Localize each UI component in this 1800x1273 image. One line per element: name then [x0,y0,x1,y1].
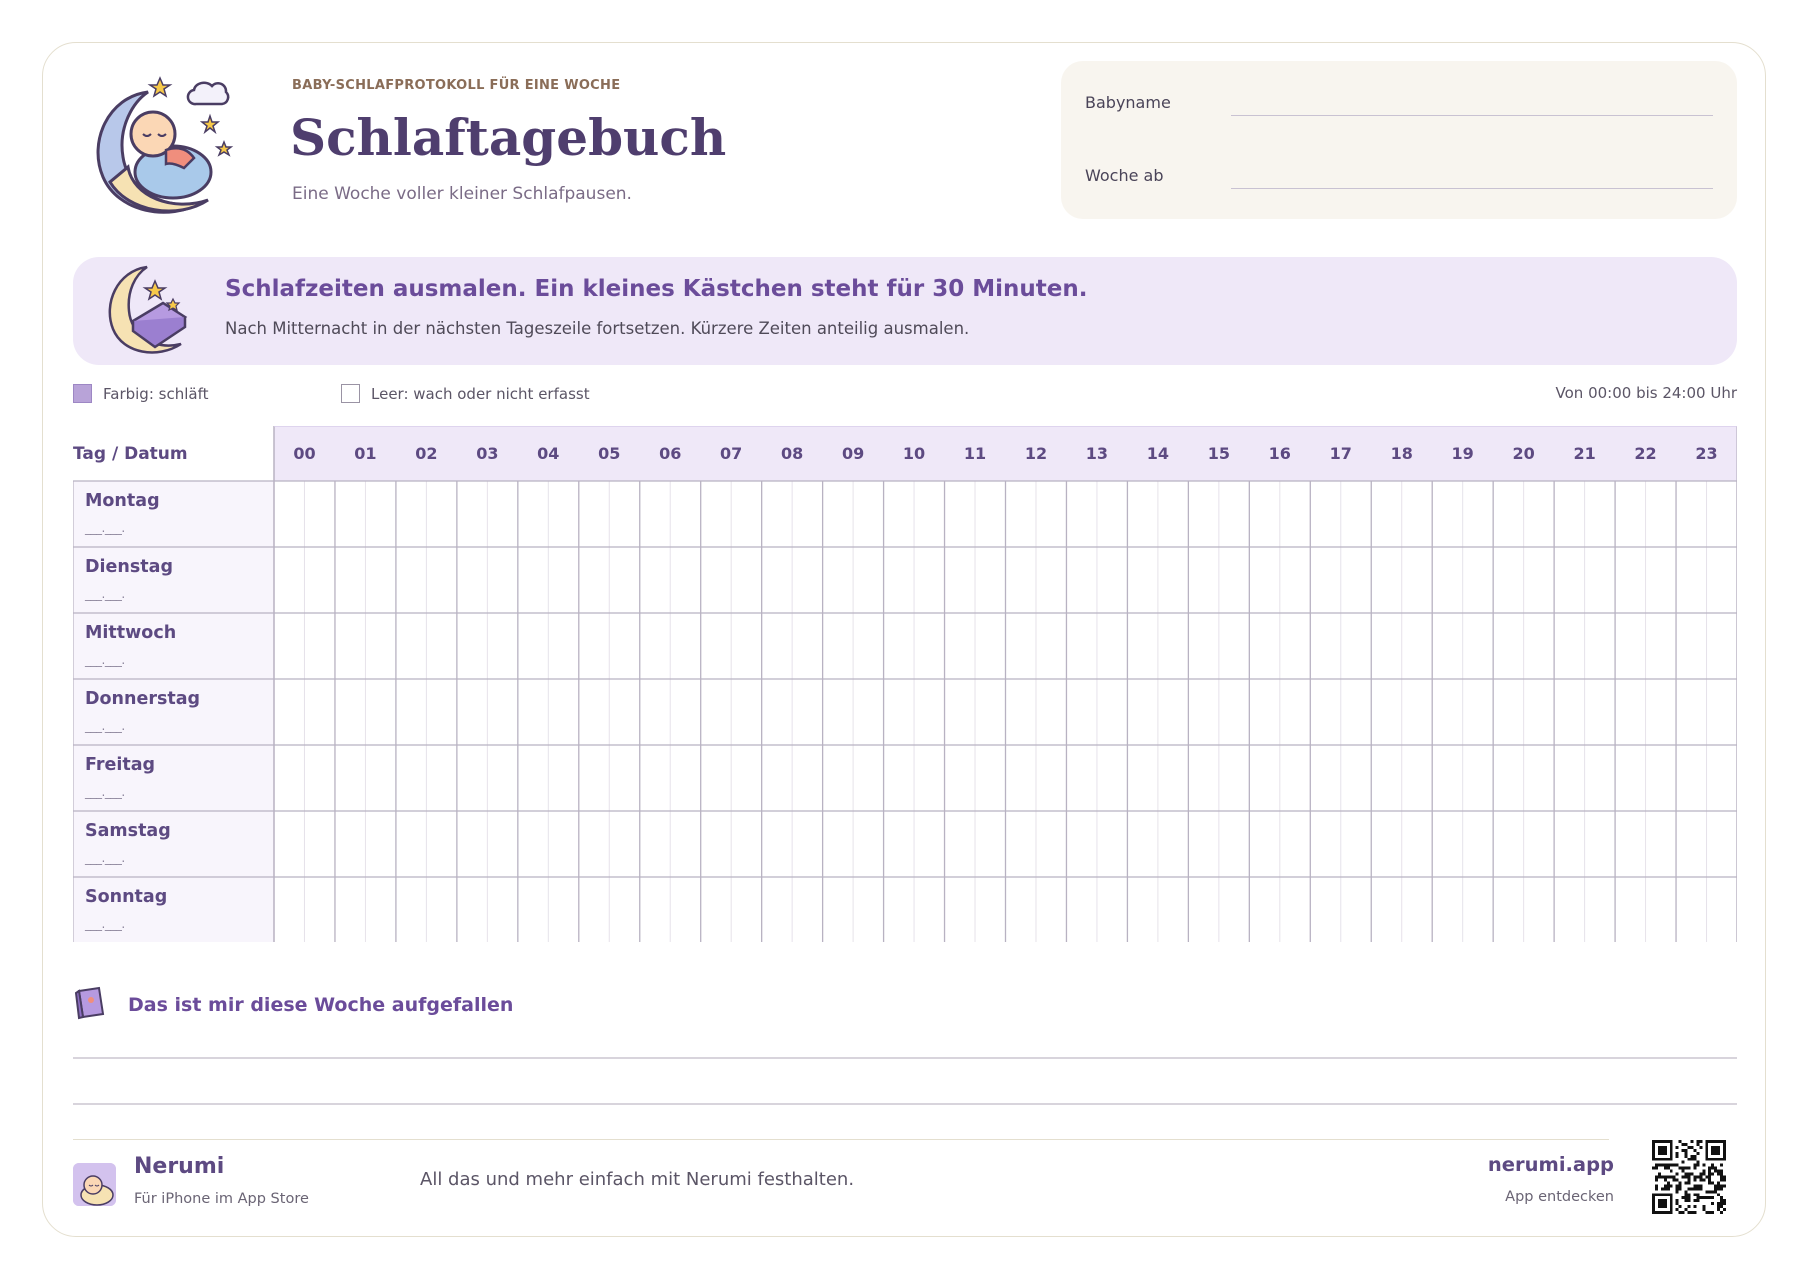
week-start-field[interactable] [1231,188,1713,189]
instruction-banner: Schlafzeiten ausmalen. Ein kleines Kästc… [73,257,1737,365]
hour-header: 23 [1695,444,1718,463]
day-date-field[interactable]: ___.___. [85,653,125,667]
app-cta: App entdecken [1505,1189,1614,1205]
day-date-field[interactable]: ___.___. [85,719,125,733]
week-start-label: Woche ab [1085,166,1164,185]
sleep-grid: Tag / Datum 00 01 02 03 04 05 06 07 08 09 10 11 12 13… [73,426,1737,942]
hour-header: 03 [476,444,499,463]
legend-empty-label: Leer: wach oder nicht erfasst [371,385,590,403]
day-label-column [73,481,274,942]
hour-header: 05 [598,444,621,463]
app-store-note: Für iPhone im App Store [134,1191,309,1207]
hour-header: 08 [781,444,804,463]
day-label: Donnerstag [85,689,201,709]
hour-header: 10 [902,444,926,463]
footer-tagline: All das und mehr einfach mit Nerumi fest… [420,1169,855,1190]
legend-empty: Leer: wach oder nicht erfasst [341,384,590,403]
banner-title: Schlafzeiten ausmalen. Ein kleines Kästc… [225,276,1088,302]
kicker: BABY-SCHLAFPROTOKOLL FÜR EINE WOCHE [292,78,621,93]
nerumi-app-icon [73,1163,116,1206]
day-label: Sonntag [85,887,168,907]
hour-header: 15 [1207,444,1230,463]
hour-header: 00 [293,444,316,463]
babyname-field[interactable] [1231,115,1713,116]
hour-header: 21 [1573,444,1596,463]
notebook-icon [74,986,105,1020]
page-subtitle: Eine Woche voller kleiner Schlafpausen. [292,184,632,204]
hour-header: 04 [537,444,560,463]
app-name: Nerumi [134,1154,225,1179]
footer-divider [73,1139,1609,1140]
babyname-label: Babyname [1085,93,1171,112]
day-date-field[interactable]: ___.___. [85,851,125,865]
page-title: Schlaftagebuch [290,108,727,167]
legend-filled: Farbig: schläft [73,384,208,403]
hour-header: 20 [1512,444,1535,463]
day-date-field[interactable]: ___.___. [85,785,125,799]
note-line[interactable] [73,1057,1737,1059]
hour-header: 01 [354,444,377,463]
sleep-grid-lines [73,426,1737,942]
day-label: Montag [85,491,160,511]
hour-header: 07 [720,444,743,463]
day-date-field[interactable]: ___.___. [85,587,125,601]
baby-sleeping-on-moon-icon [96,76,234,214]
info-box: Babyname Woche ab [1061,61,1737,219]
hour-header: 02 [415,444,438,463]
hour-header: 06 [659,444,682,463]
day-label: Samstag [85,821,171,841]
qr-code-icon[interactable] [1652,1140,1726,1214]
filled-swatch [73,384,92,403]
note-line[interactable] [73,1103,1737,1105]
day-label: Freitag [85,755,156,775]
notes-title: Das ist mir diese Woche aufgefallen [128,994,514,1016]
hour-header: 12 [1024,444,1048,463]
day-label: Mittwoch [85,623,177,643]
day-label: Dienstag [85,557,173,577]
hour-header: 11 [963,444,987,463]
day-date-field[interactable]: ___.___. [85,521,125,535]
hour-header: 13 [1085,444,1109,463]
day-date-field[interactable]: ___.___. [85,917,125,931]
hour-header: 18 [1390,444,1413,463]
legend-range: Von 00:00 bis 24:00 Uhr [1555,384,1737,402]
hour-header: 16 [1268,444,1291,463]
legend-filled-label: Farbig: schläft [103,385,209,403]
hour-header: 17 [1329,444,1352,463]
website-link[interactable]: nerumi.app [1488,1153,1614,1176]
hour-header: 14 [1146,444,1170,463]
empty-swatch [341,384,360,403]
hour-header: 09 [841,444,865,463]
moon-with-blanket-icon [108,265,188,354]
banner-text: Nach Mitternacht in der nächsten Tagesze… [225,319,970,338]
hour-header: 19 [1451,444,1474,463]
corner-header: Tag / Datum [73,444,188,464]
hour-header: 22 [1634,444,1657,463]
